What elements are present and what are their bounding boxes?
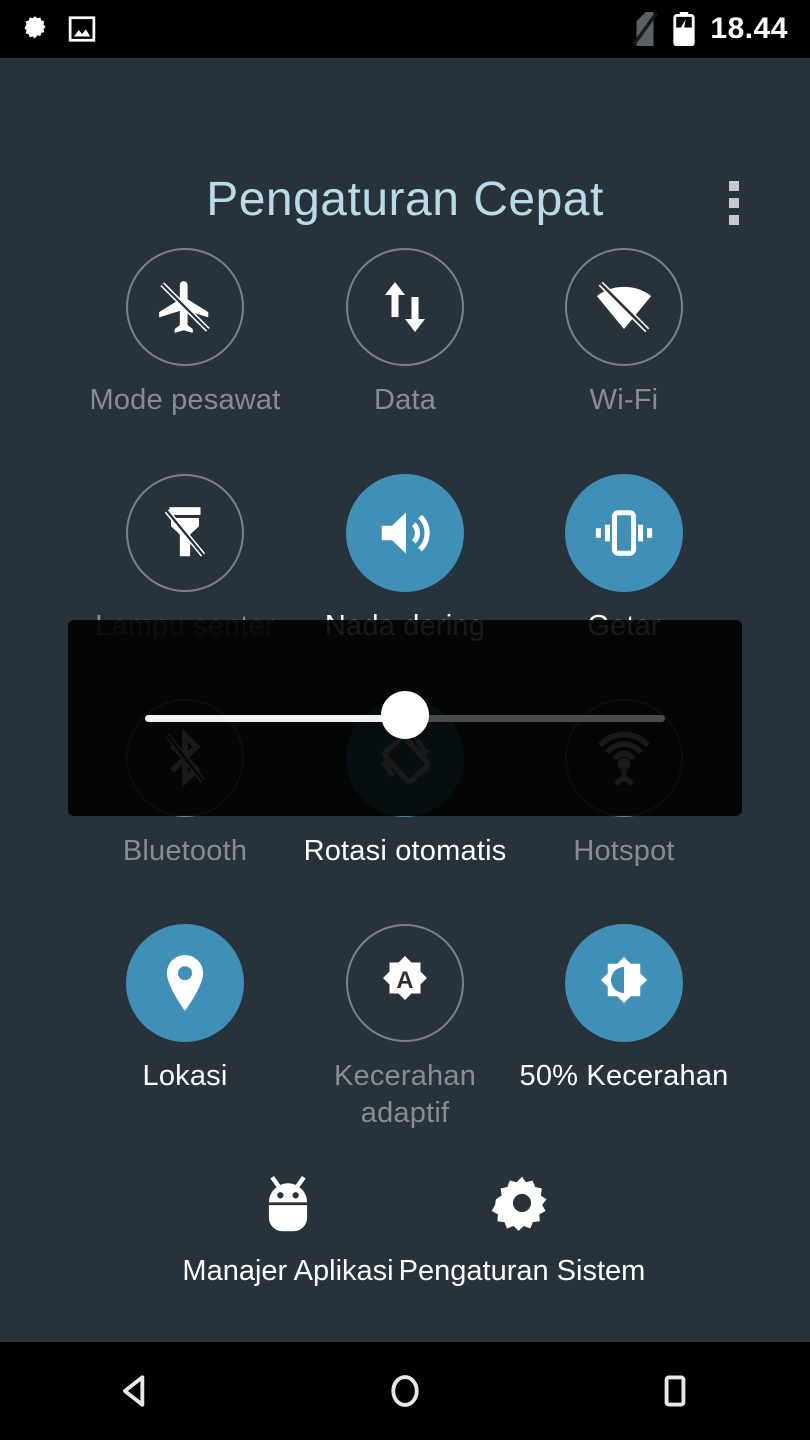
tile-wifi[interactable]: Wi-Fi bbox=[509, 248, 739, 419]
status-bar-left-icons bbox=[20, 14, 96, 44]
nav-recents-button[interactable] bbox=[540, 1369, 810, 1413]
settings-flower-icon bbox=[20, 14, 50, 44]
screenshot-image-icon bbox=[68, 14, 96, 44]
slider-thumb[interactable] bbox=[381, 691, 429, 739]
recents-square-icon bbox=[653, 1369, 697, 1413]
tile-circle bbox=[565, 924, 683, 1042]
tile-circle: A bbox=[346, 924, 464, 1042]
header: Pengaturan Cepat bbox=[0, 58, 810, 225]
gear-icon bbox=[392, 1168, 652, 1240]
tile-label: Rotasi otomatis bbox=[303, 835, 507, 867]
battery-charging-icon bbox=[672, 12, 696, 46]
shortcut-system-settings[interactable]: Pengaturan Sistem bbox=[392, 1168, 652, 1290]
brightness-slider[interactable] bbox=[145, 691, 665, 739]
tile-label: Bluetooth bbox=[122, 835, 248, 867]
tile-brightness[interactable]: 50% Kecerahan bbox=[509, 924, 739, 1095]
shortcut-label: Manajer Aplikasi bbox=[182, 1255, 394, 1287]
flashlight-off-icon bbox=[156, 502, 214, 564]
location-pin-icon bbox=[159, 952, 211, 1014]
svg-text:A: A bbox=[396, 967, 413, 994]
nav-back-button[interactable] bbox=[0, 1369, 270, 1413]
tile-circle bbox=[126, 924, 244, 1042]
shortcut-app-manager[interactable]: Manajer Aplikasi bbox=[158, 1168, 418, 1290]
tile-adaptive-brightness[interactable]: A Kecerahan adaptif bbox=[290, 924, 520, 1132]
tile-circle bbox=[346, 474, 464, 592]
tile-label: Lokasi bbox=[142, 1060, 228, 1092]
volume-up-icon bbox=[374, 502, 436, 564]
no-sim-icon bbox=[632, 12, 659, 46]
tile-circle bbox=[565, 248, 683, 366]
status-bar: 18.44 bbox=[0, 0, 810, 58]
status-bar-clock: 18.44 bbox=[710, 12, 788, 45]
tile-circle bbox=[346, 248, 464, 366]
brightness-icon bbox=[594, 953, 654, 1013]
tile-circle bbox=[126, 474, 244, 592]
tile-airplane-mode[interactable]: Mode pesawat bbox=[70, 248, 300, 419]
tile-label: Mode pesawat bbox=[89, 384, 281, 416]
tile-label: Wi-Fi bbox=[589, 384, 659, 416]
tile-location[interactable]: Lokasi bbox=[70, 924, 300, 1095]
tile-label: 50% Kecerahan bbox=[519, 1060, 729, 1092]
home-circle-icon bbox=[383, 1369, 427, 1413]
data-arrows-icon bbox=[377, 277, 433, 337]
brightness-slider-overlay bbox=[68, 620, 742, 816]
shortcut-label: Pengaturan Sistem bbox=[398, 1255, 646, 1287]
android-robot-icon bbox=[158, 1168, 418, 1240]
back-triangle-icon bbox=[113, 1369, 157, 1413]
tile-circle bbox=[126, 248, 244, 366]
wifi-off-icon bbox=[593, 276, 655, 338]
overflow-menu-icon[interactable] bbox=[718, 173, 750, 233]
overflow-dot bbox=[729, 198, 739, 208]
tile-mobile-data[interactable]: Data bbox=[290, 248, 520, 419]
auto-brightness-icon: A bbox=[375, 953, 435, 1013]
vibration-icon bbox=[593, 504, 655, 562]
tile-label: Kecerahan adaptif bbox=[333, 1060, 477, 1129]
android-quick-settings-screen: 18.44 Pengaturan Cepat Mode pesawat Data… bbox=[0, 0, 810, 1440]
navigation-bar bbox=[0, 1342, 810, 1440]
airplane-off-icon bbox=[154, 276, 216, 338]
nav-home-button[interactable] bbox=[270, 1369, 540, 1413]
tile-label: Data bbox=[373, 384, 437, 416]
tile-label: Hotspot bbox=[573, 835, 675, 867]
overflow-dot bbox=[729, 215, 739, 225]
overflow-dot bbox=[729, 181, 739, 191]
tile-circle bbox=[565, 474, 683, 592]
page-title: Pengaturan Cepat bbox=[206, 173, 604, 226]
slider-fill bbox=[145, 715, 405, 722]
status-bar-right-icons: 18.44 bbox=[632, 12, 788, 46]
